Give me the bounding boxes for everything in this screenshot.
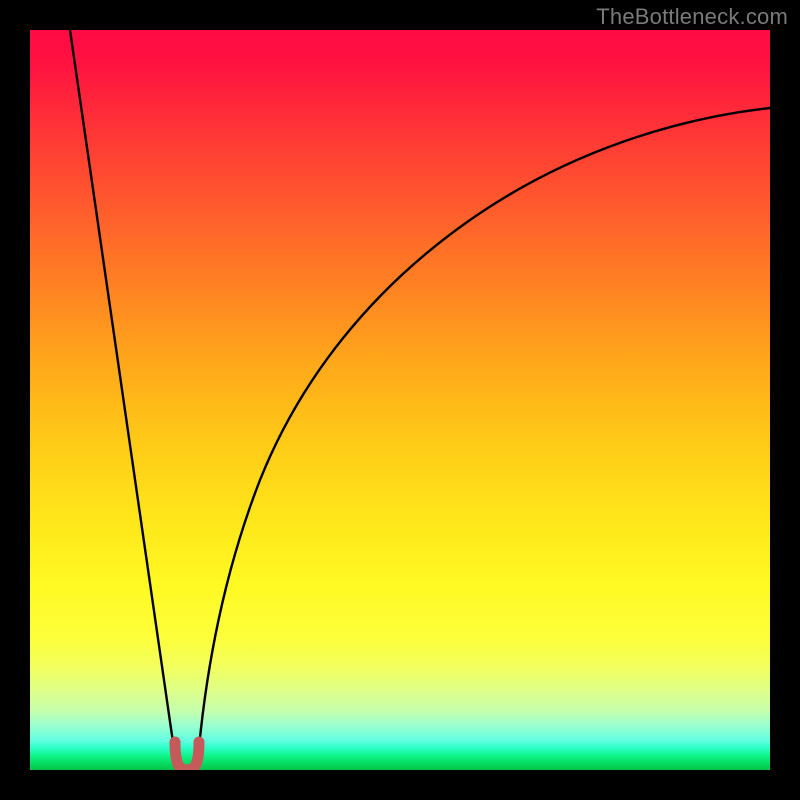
curve-left-branch [70, 30, 177, 770]
valley-marker [175, 742, 199, 770]
curve-right-branch [197, 108, 770, 770]
plot-area [30, 30, 770, 770]
watermark-text: TheBottleneck.com [596, 4, 788, 30]
bottleneck-curve-svg [30, 30, 770, 770]
chart-frame: TheBottleneck.com [0, 0, 800, 800]
